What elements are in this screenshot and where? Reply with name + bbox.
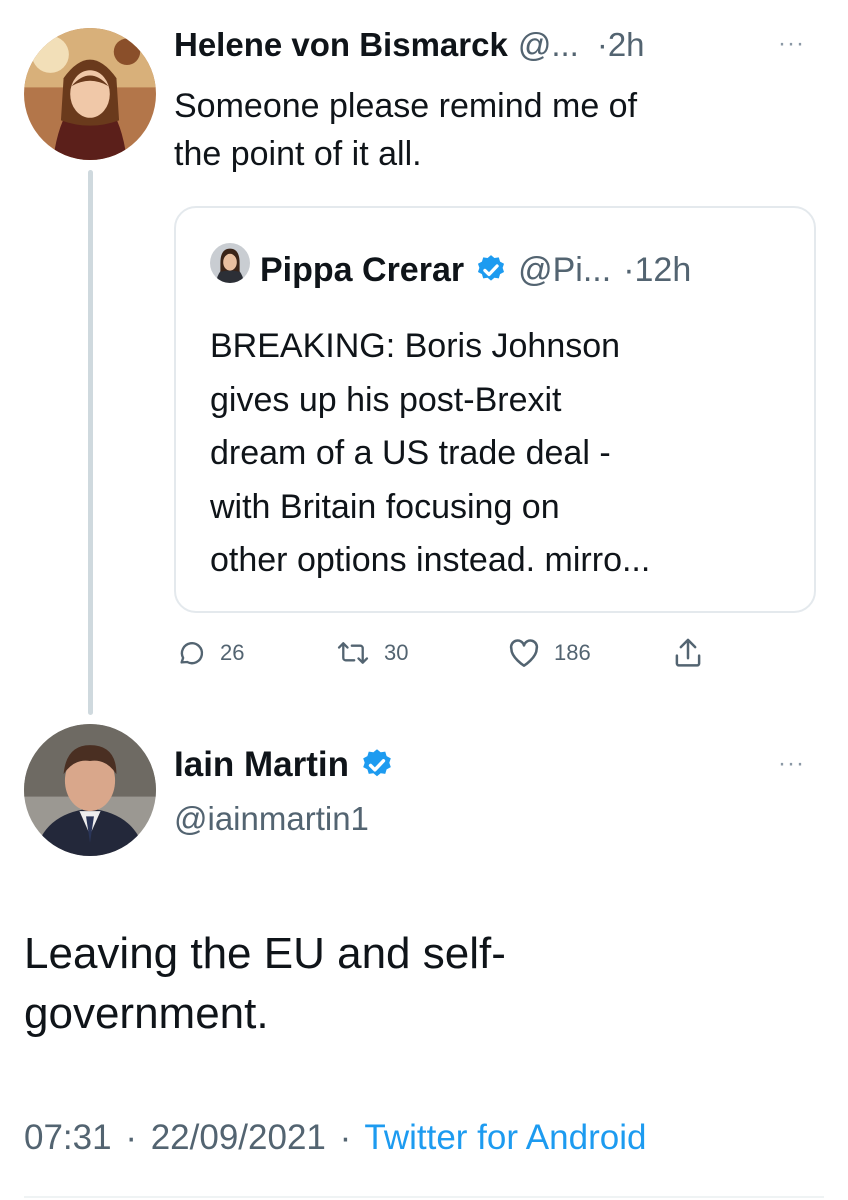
main-text-line: government. bbox=[24, 989, 269, 1038]
tweet-source-link[interactable]: Twitter for Android bbox=[364, 1118, 646, 1157]
reply-action[interactable]: 26 bbox=[176, 638, 244, 668]
verified-icon bbox=[359, 747, 395, 783]
quote-author-handle[interactable]: @Pi... bbox=[518, 251, 611, 290]
like-count: 186 bbox=[554, 640, 591, 665]
quote-text-line: BREAKING: Boris Johnson bbox=[210, 327, 621, 365]
main-tweet-date[interactable]: 22/09/2021 bbox=[151, 1118, 326, 1157]
main-author-handle[interactable]: @iainmartin1 bbox=[174, 800, 369, 838]
quote-author-name[interactable]: Pippa Crerar bbox=[260, 251, 464, 290]
retweet-icon bbox=[336, 638, 370, 668]
quote-text: BREAKING: Boris Johnson gives up his pos… bbox=[210, 320, 650, 588]
avatar-pippa[interactable] bbox=[210, 243, 250, 283]
like-action[interactable]: 186 bbox=[508, 638, 591, 668]
quote-text-line: other options instead. mirro... bbox=[210, 541, 651, 579]
share-icon bbox=[672, 636, 704, 670]
quote-text-line: with Britain focusing on bbox=[210, 487, 560, 526]
quote-text-line: dream of a US trade deal - bbox=[210, 434, 611, 472]
thread-connector-line bbox=[88, 170, 93, 715]
reply-timestamp[interactable]: ·2h bbox=[597, 26, 645, 64]
quote-timestamp[interactable]: ·12h bbox=[623, 251, 691, 290]
main-more-icon[interactable]: ··· bbox=[778, 750, 805, 778]
reply-text-line: the point of it all. bbox=[174, 135, 422, 173]
reply-more-icon[interactable]: ··· bbox=[778, 30, 805, 58]
retweet-count: 30 bbox=[384, 640, 409, 665]
like-icon bbox=[508, 638, 540, 668]
reply-text: Someone please remind me of the point of… bbox=[174, 82, 637, 178]
meta-separator: · bbox=[339, 1118, 352, 1157]
main-text-line: Leaving the EU and self- bbox=[24, 929, 506, 978]
reply-text-line: Someone please remind me of bbox=[174, 87, 638, 125]
reply-header: Helene von Bismarck @... ·2h bbox=[174, 26, 645, 70]
quote-header: Pippa Crerar @Pi... ·12h bbox=[260, 248, 691, 292]
reply-icon bbox=[176, 638, 206, 668]
quote-text-line: gives up his post-Brexit bbox=[210, 380, 562, 419]
main-tweet-text: Leaving the EU and self- government. bbox=[24, 924, 506, 1044]
avatar-iain[interactable] bbox=[24, 724, 156, 856]
verified-icon bbox=[474, 253, 508, 287]
meta-separator: · bbox=[125, 1118, 137, 1157]
main-tweet-time[interactable]: 07:31 bbox=[24, 1118, 112, 1157]
avatar-helene[interactable] bbox=[24, 28, 156, 160]
main-author-name[interactable]: Iain Martin bbox=[174, 745, 349, 785]
share-action[interactable] bbox=[672, 636, 704, 670]
retweet-action[interactable]: 30 bbox=[336, 638, 408, 668]
reply-author-name[interactable]: Helene von Bismarck bbox=[174, 26, 508, 64]
main-tweet-meta: 07:31 · 22/09/2021 · Twitter for Android bbox=[24, 1118, 646, 1158]
reply-count: 26 bbox=[220, 640, 245, 665]
main-header: Iain Martin bbox=[174, 742, 395, 788]
reply-author-handle[interactable]: @... bbox=[518, 26, 579, 64]
divider bbox=[24, 1196, 824, 1198]
